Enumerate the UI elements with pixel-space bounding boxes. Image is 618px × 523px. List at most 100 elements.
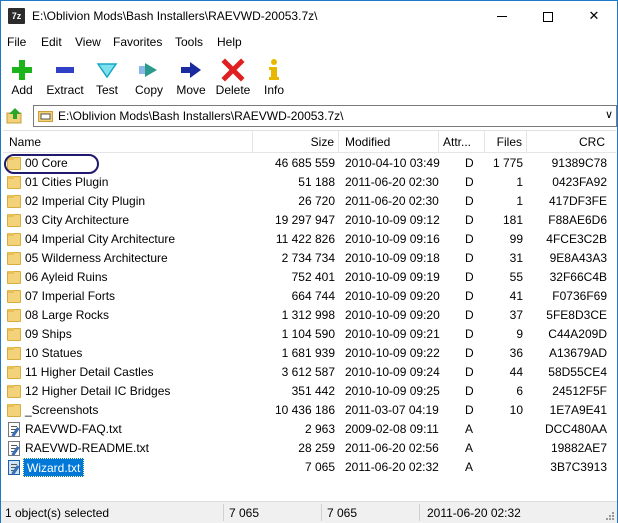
row-attributes: D: [465, 289, 474, 303]
folder-row[interactable]: 12 Higher Detail IC Bridges 351 442 2010-1…: [3, 382, 616, 401]
status-divider: [321, 504, 322, 521]
menu-view[interactable]: View: [75, 35, 101, 49]
copy-arrow-icon: [139, 63, 157, 77]
maximize-button[interactable]: [525, 1, 571, 31]
folder-row[interactable]: 03 City Architecture 19 297 947 2010-10-09…: [3, 211, 616, 230]
status-divider: [419, 504, 420, 521]
column-name[interactable]: Name: [3, 131, 253, 153]
status-bar: 1 object(s) selected 7 065 7 065 2011-06…: [1, 501, 617, 523]
row-files: 1: [516, 175, 523, 189]
row-name: 02 Imperial City Plugin: [25, 194, 146, 208]
row-modified: 2010-10-09 09:18: [345, 251, 440, 265]
folder-row[interactable]: 01 Cities Plugin 51 188 2011-06-20 02:30 D 1…: [3, 173, 616, 192]
folder-icon: [7, 346, 23, 361]
column-crc[interactable]: CRC: [527, 131, 609, 153]
row-crc: 3B7C3913: [550, 460, 607, 474]
folder-icon: [7, 175, 23, 190]
file-row[interactable]: Wizard.txt 7 065 2011-06-20 02:32 A 3B7C3913: [3, 458, 616, 477]
menu-edit[interactable]: Edit: [41, 35, 62, 49]
row-name: _Screenshots: [25, 403, 99, 417]
row-crc: 0423FA92: [552, 175, 607, 189]
row-attributes: D: [465, 384, 474, 398]
close-icon: ✕: [588, 8, 600, 23]
row-files: [489, 420, 523, 439]
info-button[interactable]: Info: [257, 55, 291, 99]
folder-row[interactable]: 05 Wilderness Architecture 2 734 734 2010-…: [3, 249, 616, 268]
row-crc: F88AE6D6: [548, 213, 607, 227]
folder-row[interactable]: 09 Ships 1 104 590 2010-10-09 09:21 D 9 C44A2…: [3, 325, 616, 344]
add-button[interactable]: Add: [3, 55, 41, 99]
row-size: 2 963: [304, 422, 335, 436]
minimize-button[interactable]: [479, 1, 525, 31]
resize-grip-icon[interactable]: [605, 511, 615, 521]
chevron-down-icon[interactable]: ∨: [605, 108, 613, 121]
list-rows: 00 Core 46 685 559 2010-04-10 03:49 D 1 775 9…: [3, 154, 616, 477]
text-file-icon: [7, 441, 23, 456]
folder-row[interactable]: 11 Higher Detail Castles 3 612 587 2010-10…: [3, 363, 616, 382]
file-list[interactable]: Name Size Modified Attr... Files CRC 00 …: [3, 130, 616, 498]
row-files: 44: [509, 365, 523, 379]
row-files: 6: [516, 384, 523, 398]
menu-help[interactable]: Help: [217, 35, 242, 49]
row-size: 1 312 998: [281, 308, 335, 322]
column-attributes[interactable]: Attr...: [439, 131, 485, 153]
row-crc: DCC480AA: [544, 422, 607, 436]
menu-bar: File Edit View Favorites Tools Help: [1, 32, 617, 52]
folder-icon: [7, 289, 23, 304]
row-name: 12 Higher Detail IC Bridges: [25, 384, 171, 398]
row-crc: 1E7A9E41: [549, 403, 607, 417]
row-crc: 417DF3FE: [548, 194, 607, 208]
move-button[interactable]: Move: [171, 55, 211, 99]
row-name: 05 Wilderness Architecture: [25, 251, 168, 265]
row-name: 10 Statues: [25, 346, 83, 360]
row-size: 1 104 590: [281, 327, 335, 341]
test-button[interactable]: Test: [89, 55, 125, 99]
address-bar[interactable]: E:\Oblivion Mods\Bash Installers\RAEVWD-…: [33, 105, 617, 127]
row-size: 11 422 826: [275, 232, 335, 246]
row-size: 2 734 734: [281, 251, 335, 265]
menu-favorites[interactable]: Favorites: [113, 35, 162, 49]
text-file-icon: [7, 460, 23, 475]
menu-file[interactable]: File: [7, 35, 26, 49]
folder-row[interactable]: 06 Ayleid Ruins 752 401 2010-10-09 09:19 D 5…: [3, 268, 616, 287]
file-row[interactable]: RAEVWD-FAQ.txt 2 963 2009-02-08 09:11 A DCC4…: [3, 420, 616, 439]
extract-label: Extract: [46, 83, 84, 97]
close-button[interactable]: ✕: [571, 1, 617, 31]
delete-button[interactable]: Delete: [213, 55, 253, 99]
minus-icon: [56, 67, 74, 73]
folder-row[interactable]: 02 Imperial City Plugin 26 720 2011-06-20 …: [3, 192, 616, 211]
menu-tools[interactable]: Tools: [175, 35, 203, 49]
row-modified: 2009-02-08 09:11: [345, 422, 439, 436]
folder-icon: [7, 327, 23, 342]
row-modified: 2011-06-20 02:32: [345, 460, 439, 474]
folder-up-icon[interactable]: [6, 107, 24, 125]
status-size: 7 065: [229, 506, 260, 520]
folder-row[interactable]: 07 Imperial Forts 664 744 2010-10-09 09:20…: [3, 287, 616, 306]
file-row[interactable]: RAEVWD-README.txt 28 259 2011-06-20 02:56 A…: [3, 439, 616, 458]
row-name: 03 City Architecture: [25, 213, 130, 227]
folder-icon: [7, 308, 23, 323]
folder-row[interactable]: 08 Large Rocks 1 312 998 2010-10-09 09:20 D…: [3, 306, 616, 325]
column-modified[interactable]: Modified: [339, 131, 439, 153]
7zip-app-icon[interactable]: 7z: [8, 8, 25, 24]
folder-row[interactable]: 00 Core 46 685 559 2010-04-10 03:49 D 1 775 9…: [3, 154, 616, 173]
row-modified: 2010-10-09 09:21: [345, 327, 440, 341]
row-attributes: D: [465, 403, 474, 417]
row-attributes: D: [465, 327, 474, 341]
copy-button[interactable]: Copy: [129, 55, 169, 99]
folder-row[interactable]: 04 Imperial City Architecture 11 422 826 2…: [3, 230, 616, 249]
info-icon: [269, 59, 279, 80]
column-size[interactable]: Size: [253, 131, 339, 153]
row-modified: 2010-10-09 09:20: [345, 289, 440, 303]
column-files[interactable]: Files: [485, 131, 527, 153]
address-row: E:\Oblivion Mods\Bash Installers\RAEVWD-…: [1, 103, 617, 129]
row-modified: 2010-10-09 09:25: [345, 384, 440, 398]
app-window: 7z E:\Oblivion Mods\Bash Installers\RAEV…: [0, 0, 618, 523]
row-files: 10: [509, 403, 523, 417]
row-name: Wizard.txt: [23, 458, 85, 477]
row-crc: C44A209D: [548, 327, 607, 341]
extract-button[interactable]: Extract: [43, 55, 87, 99]
folder-row[interactable]: 10 Statues 1 681 939 2010-10-09 09:22 D 36 A1…: [3, 344, 616, 363]
folder-row[interactable]: _Screenshots 10 436 186 2011-03-07 04:19 D 1…: [3, 401, 616, 420]
row-files: 1 775: [492, 156, 523, 170]
